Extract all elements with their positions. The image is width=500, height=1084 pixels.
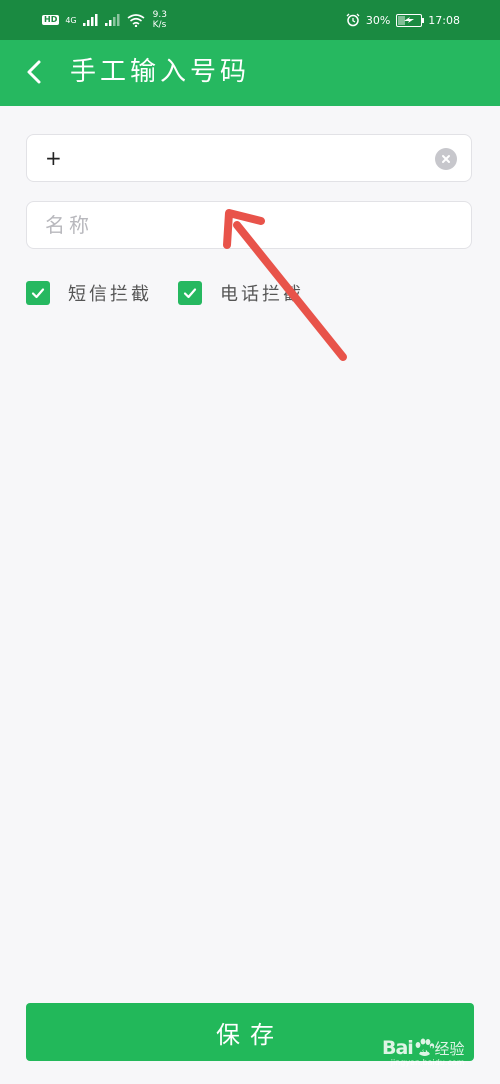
clear-icon[interactable] (435, 148, 457, 170)
page-title: 手工输入号码 (70, 57, 251, 87)
watermark-sub: 经验 (434, 1039, 465, 1058)
check-icon (31, 288, 45, 299)
baidu-watermark: Bai du 经验 jingyan.baidu.com (382, 1028, 465, 1068)
check-icon (183, 288, 197, 299)
status-time: 17:08 (428, 13, 460, 27)
wifi-icon (127, 13, 145, 27)
sms-block-checkbox[interactable]: 短信拦截 (26, 280, 152, 306)
close-icon (442, 155, 450, 163)
status-bar: HD 4G 9.3 K/s 30% 17:08 (0, 0, 500, 40)
checkbox-checked-icon[interactable] (26, 281, 50, 305)
battery-icon (396, 13, 425, 27)
net-speed: 9.3 K/s (153, 10, 167, 30)
app-bar: 手工输入号码 (0, 40, 500, 106)
charging-icon (404, 17, 415, 23)
status-right-group: 30% 17:08 (346, 8, 460, 32)
phone-number-input[interactable] (45, 135, 425, 181)
speed-unit: K/s (152, 20, 167, 30)
signal-icon (82, 14, 98, 26)
battery-percent: 30% (365, 13, 391, 27)
watermark-url: jingyan.baidu.com (390, 1058, 465, 1067)
annotation-arrow-icon (223, 209, 347, 361)
phone-number-field[interactable] (26, 134, 472, 182)
alarm-icon (346, 13, 360, 27)
checkbox-checked-icon[interactable] (178, 281, 202, 305)
sms-block-label: 短信拦截 (68, 284, 152, 305)
status-left-group: HD 4G 9.3 K/s (42, 8, 167, 32)
network-type: 4G (65, 15, 77, 25)
speed-value: 9.3 (152, 10, 167, 20)
chevron-left-icon[interactable] (20, 57, 50, 87)
hd-badge: HD (42, 15, 60, 25)
signal-2-icon (104, 14, 120, 26)
watermark-paw: du (418, 1041, 434, 1055)
watermark-brand: Bai (382, 1037, 414, 1059)
